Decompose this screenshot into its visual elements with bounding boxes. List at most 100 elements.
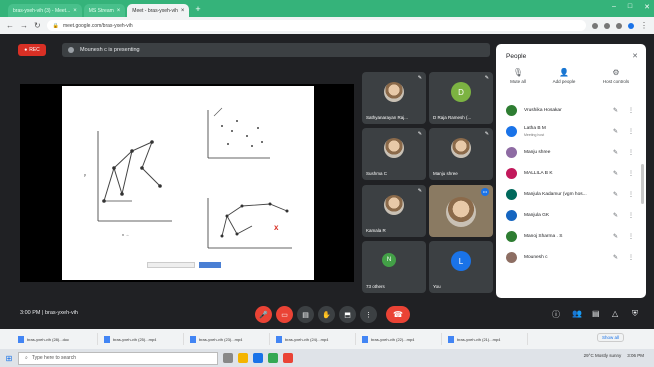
more-vert-icon[interactable]: ⋮ <box>628 233 634 240</box>
download-item[interactable]: bras-yxeh-vih (21)...mp4 <box>448 333 528 345</box>
close-window-icon[interactable]: ✕ <box>644 3 650 11</box>
mic-off-icon[interactable]: ✎ <box>613 191 618 198</box>
minimize-icon[interactable]: – <box>612 3 616 11</box>
mic-off-icon[interactable]: ✎ <box>613 233 618 240</box>
others-tile[interactable]: N 73 others <box>362 241 426 293</box>
host-controls-button[interactable]: ⚙ Host controls <box>596 68 636 84</box>
close-icon[interactable]: × <box>117 8 121 14</box>
extension-icon[interactable] <box>616 22 622 29</box>
download-item[interactable]: bras-yxeh-vih (28)...doc <box>18 333 98 345</box>
chat-icon[interactable]: ▤ <box>592 309 600 318</box>
edge-icon[interactable] <box>253 353 263 363</box>
participant-row[interactable]: Manoj Sharma . S ✎ ⋮ <box>502 226 640 247</box>
phone-hangup-icon: ☎ <box>393 310 403 319</box>
reload-icon[interactable]: ↻ <box>34 21 41 30</box>
window-controls: – □ ✕ <box>612 3 650 11</box>
close-icon[interactable]: × <box>181 8 185 14</box>
mic-off-icon[interactable]: ✎ <box>613 254 618 261</box>
mic-button[interactable]: 🎤 <box>255 306 272 323</box>
mic-off-icon[interactable]: ✎ <box>613 149 618 156</box>
participant-row[interactable]: Mounesh c ✎ ⋮ <box>502 247 640 268</box>
end-call-button[interactable]: ☎ <box>386 306 410 323</box>
participant-row[interactable]: Manjula GK ✎ ⋮ <box>502 205 640 226</box>
chrome-icon[interactable] <box>268 353 278 363</box>
info-icon[interactable]: ⓘ <box>552 309 560 320</box>
download-item[interactable]: bras-yxeh-vih (24)...mp4 <box>276 333 356 345</box>
windows-start-icon[interactable]: ⊞ <box>0 354 18 363</box>
more-options-button[interactable]: ⋮ <box>360 306 377 323</box>
mic-off-icon[interactable]: ✎ <box>613 128 618 135</box>
participant-tile[interactable]: ✎ Sathyanarayan Raj... <box>362 72 426 124</box>
captions-button[interactable]: ▤ <box>297 306 314 323</box>
participant-name-block: Mounesh c <box>524 255 547 261</box>
activities-icon[interactable]: △ <box>612 309 618 318</box>
mic-off-icon[interactable]: ✎ <box>613 170 618 177</box>
more-vert-icon[interactable]: ⋮ <box>628 254 634 261</box>
participant-video-tile[interactable]: ••• <box>429 185 493 237</box>
present-button[interactable]: ⬒ <box>339 306 356 323</box>
more-vert-icon[interactable]: ⋮ <box>628 191 634 198</box>
close-icon[interactable]: ✕ <box>632 52 638 60</box>
participant-tile[interactable]: ✎ Kamala R <box>362 185 426 237</box>
more-vert-icon[interactable]: ⋮ <box>628 128 634 135</box>
participant-name: MALLILA B K <box>524 170 553 176</box>
url-text: meet.google.com/bras-yxeh-vih <box>62 22 133 29</box>
participant-name: Vrushika Hosakar <box>524 107 562 113</box>
recording-badge: ● REC <box>18 44 46 56</box>
file-explorer-icon[interactable] <box>238 353 248 363</box>
raise-hand-button[interactable]: ✋ <box>318 306 335 323</box>
people-icon[interactable]: 👥 <box>572 309 582 318</box>
more-vert-icon[interactable]: ⋮ <box>628 149 634 156</box>
browser-tab[interactable]: bras-yxeh-vih (3) - Meet... × <box>8 4 82 17</box>
participant-row[interactable]: Latha B M Meeting host ✎ ⋮ <box>502 121 640 142</box>
show-all-button[interactable]: Show all <box>596 333 624 342</box>
slide-button[interactable] <box>199 262 221 268</box>
speaking-indicator-icon: ••• <box>481 188 489 196</box>
participant-row[interactable]: Manju shree ✎ ⋮ <box>502 142 640 163</box>
more-vert-icon[interactable]: ⋮ <box>628 212 634 219</box>
record-dot-icon: ● <box>24 47 28 53</box>
mic-off-icon[interactable]: ✎ <box>613 212 618 219</box>
participant-row[interactable]: Vrushika Hosakar ✎ ⋮ <box>502 100 640 121</box>
self-tile[interactable]: L You <box>429 241 493 293</box>
mute-all-button[interactable]: 🎙 Mute all <box>498 68 538 84</box>
url-field[interactable]: 🔒 meet.google.com/bras-yxeh-vih <box>46 20 586 31</box>
mic-off-icon[interactable]: ✎ <box>613 107 618 114</box>
back-icon[interactable]: ← <box>6 21 14 30</box>
menu-icon[interactable]: ⋮ <box>640 21 648 30</box>
browser-tab-active[interactable]: Meet - bras-yxeh-vih × <box>127 4 190 17</box>
participant-avatar <box>506 210 517 221</box>
participant-row[interactable]: MALLILA B K ✎ ⋮ <box>502 163 640 184</box>
download-item[interactable]: bras-yxeh-vih (23)...mp4 <box>190 333 270 345</box>
add-people-button[interactable]: 👤 Add people <box>544 68 584 84</box>
download-item[interactable]: bras-yxeh-vih (22)...mp4 <box>362 333 442 345</box>
close-icon[interactable]: × <box>73 8 77 14</box>
participant-row[interactable]: Manjula Kadamur (vgm hos... ✎ ⋮ <box>502 184 640 205</box>
participant-name-block: Manju shree <box>524 150 550 156</box>
presenting-text: Mounesh c is presenting <box>80 47 140 53</box>
app-icon[interactable] <box>283 353 293 363</box>
mic-off-icon: ✎ <box>484 131 489 137</box>
more-vert-icon[interactable]: ⋮ <box>628 170 634 177</box>
participant-tile[interactable]: D ✎ D Raja Ramesh (... <box>429 72 493 124</box>
new-tab-icon[interactable]: + <box>191 4 204 14</box>
forward-icon[interactable]: → <box>20 21 28 30</box>
extension-icon[interactable] <box>592 22 598 29</box>
participant-name-block: MALLILA B K <box>524 171 553 177</box>
more-vert-icon: ⋮ <box>365 311 372 319</box>
download-item[interactable]: bras-yxeh-vih (25)...mp4 <box>104 333 184 345</box>
taskbar-search[interactable]: ⌕ Type here to search <box>18 351 218 365</box>
maximize-icon[interactable]: □ <box>628 3 632 11</box>
profile-avatar[interactable] <box>628 22 634 29</box>
participant-avatar <box>506 147 517 158</box>
address-bar: ← → ↻ 🔒 meet.google.com/bras-yxeh-vih ⋮ <box>0 17 654 34</box>
camera-button[interactable]: ▭ <box>276 306 293 323</box>
task-view-icon[interactable] <box>223 353 233 363</box>
extension-icon[interactable] <box>604 22 610 29</box>
participant-tile[interactable]: ✎ Manju shree <box>429 128 493 180</box>
participant-tile[interactable]: ✎ Sushma C <box>362 128 426 180</box>
scrollbar[interactable] <box>641 164 644 204</box>
browser-tab[interactable]: MS Stream × <box>83 4 126 17</box>
more-vert-icon[interactable]: ⋮ <box>628 107 634 114</box>
shield-icon[interactable]: ⛨ <box>632 309 638 319</box>
